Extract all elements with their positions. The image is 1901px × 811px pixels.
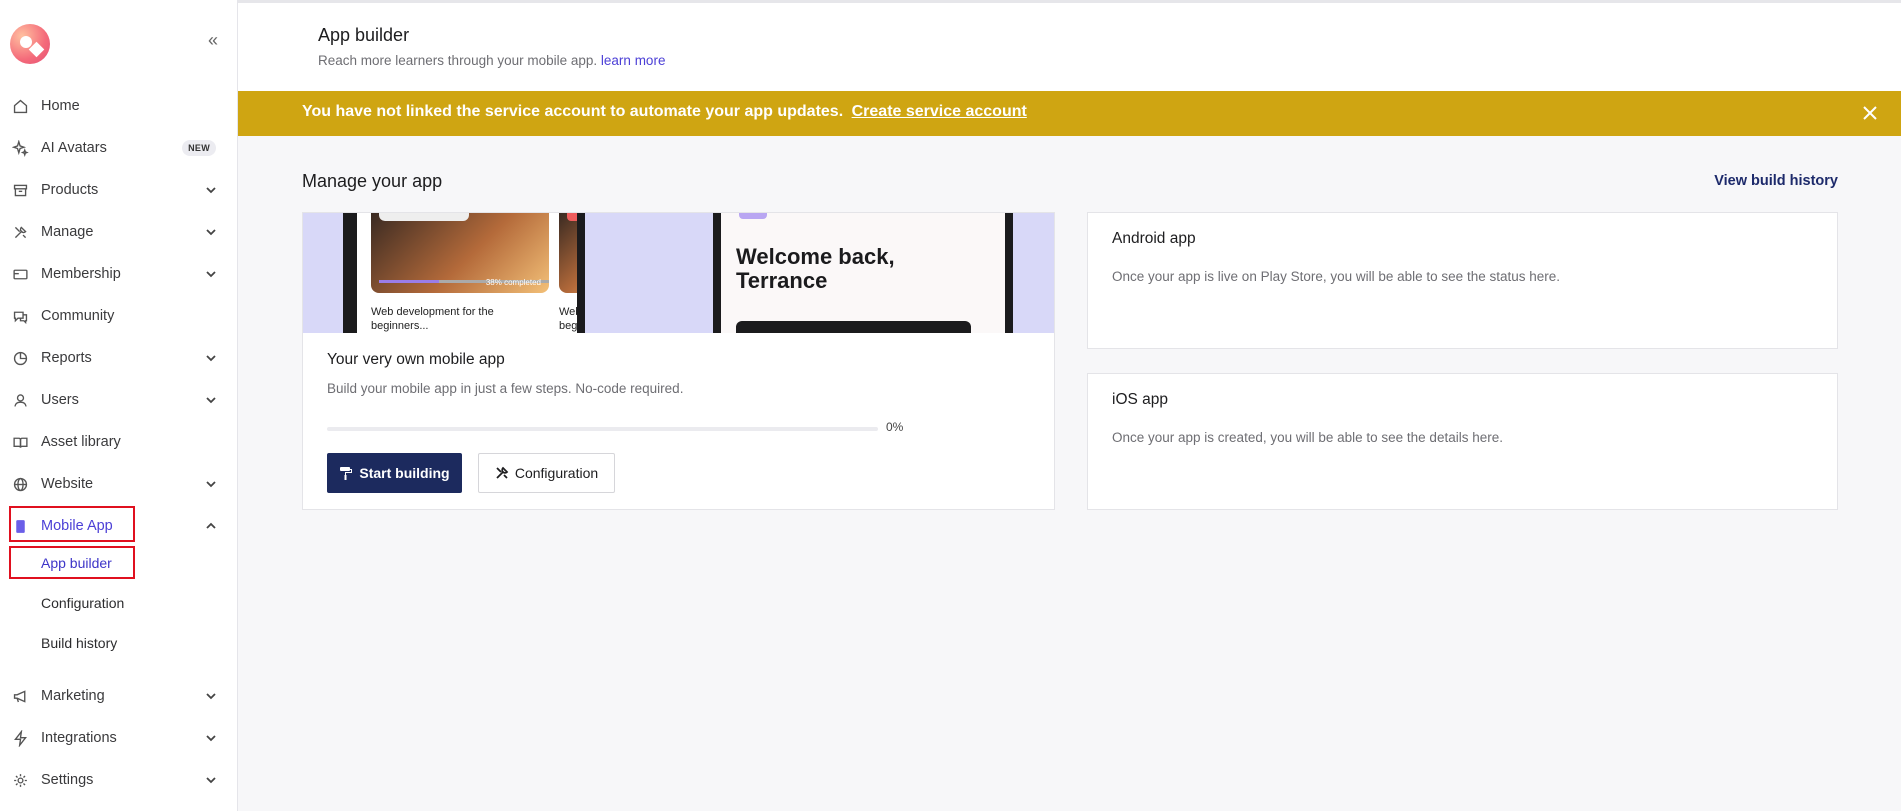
- sidebar-subitem-build-history[interactable]: Build history: [41, 633, 117, 653]
- sparkle-icon: [10, 138, 30, 158]
- sidebar: « Home AI Avatars NEW Products Manage Me…: [0, 0, 238, 811]
- home-icon: [10, 96, 30, 116]
- learn-more-link[interactable]: learn more: [601, 53, 666, 68]
- service-account-banner: You have not linked the service account …: [238, 91, 1901, 136]
- configuration-label: Configuration: [514, 465, 599, 481]
- sidebar-item-website[interactable]: Website: [10, 468, 228, 500]
- chevron-down-icon[interactable]: [204, 689, 218, 703]
- course-progress-label: 38% completed: [485, 278, 541, 287]
- sidebar-item-label: Integrations: [41, 730, 117, 746]
- sidebar-item-home[interactable]: Home: [10, 90, 228, 122]
- page-subtitle-text: Reach more learners through your mobile …: [318, 53, 598, 68]
- sidebar-item-settings[interactable]: Settings: [10, 764, 228, 796]
- sidebar-item-label: Website: [41, 476, 94, 492]
- section-title: Manage your app: [302, 171, 443, 191]
- mobile-app-card: 38% completed Web development for the be…: [302, 212, 1055, 510]
- build-progress-bar: [327, 427, 878, 431]
- tools-icon: [496, 466, 509, 479]
- brand-logo[interactable]: [10, 24, 50, 64]
- sidebar-item-label: Products: [41, 182, 99, 198]
- chevron-down-icon[interactable]: [204, 773, 218, 787]
- sidebar-item-products[interactable]: Products: [10, 174, 228, 206]
- ios-card-description: Once your app is created, you will be ab…: [1112, 430, 1503, 445]
- ios-card-title: iOS app: [1112, 391, 1169, 408]
- sidebar-item-label: Settings: [41, 772, 94, 788]
- course-thumbnail: 38% completed: [371, 213, 549, 293]
- sidebar-item-reports[interactable]: Reports: [10, 342, 228, 374]
- start-building-label: Start building: [359, 465, 450, 481]
- sidebar-item-community[interactable]: Community: [10, 300, 228, 332]
- sidebar-item-label: Asset library: [41, 434, 121, 450]
- sidebar-item-label: Home: [41, 98, 80, 114]
- sidebar-item-label: AI Avatars: [41, 140, 107, 156]
- sidebar-item-label: Membership: [41, 266, 121, 282]
- sidebar-item-asset-library[interactable]: Asset library: [10, 426, 228, 458]
- sidebar-item-mobile-app[interactable]: Mobile App: [10, 510, 228, 542]
- chat-icon: [10, 306, 30, 326]
- user-icon: [10, 390, 30, 410]
- sidebar-item-marketing[interactable]: Marketing: [10, 680, 228, 712]
- create-service-account-link[interactable]: Create service account: [852, 103, 1027, 120]
- chevron-down-icon[interactable]: [204, 477, 218, 491]
- bolt-icon: [10, 728, 30, 748]
- gear-icon: [10, 770, 30, 790]
- card-icon: [10, 264, 30, 284]
- view-build-history-link[interactable]: View build history: [1714, 173, 1838, 189]
- welcome-text: Welcome back, Terrance: [736, 244, 895, 293]
- sidebar-item-label: Manage: [41, 224, 94, 240]
- box-icon: [10, 180, 30, 200]
- android-card-description: Once your app is live on Play Store, you…: [1112, 269, 1560, 284]
- collapse-sidebar-icon[interactable]: «: [203, 30, 223, 50]
- sidebar-item-label: Marketing: [41, 688, 105, 704]
- megaphone-icon: [10, 686, 30, 706]
- chevron-down-icon[interactable]: [204, 267, 218, 281]
- mobile-icon: [10, 516, 30, 536]
- android-card-title: Android app: [1112, 230, 1196, 247]
- configuration-button[interactable]: Configuration: [478, 453, 615, 493]
- chevron-down-icon[interactable]: [204, 731, 218, 745]
- book-icon: [10, 432, 30, 452]
- card-description: Build your mobile app in just a few step…: [327, 381, 684, 396]
- chevron-down-icon[interactable]: [204, 393, 218, 407]
- ios-app-card: iOS app Once your app is created, you wi…: [1087, 373, 1838, 510]
- chevron-down-icon[interactable]: [204, 351, 218, 365]
- globe-icon: [10, 474, 30, 494]
- page-subtitle: Reach more learners through your mobile …: [318, 53, 665, 68]
- chevron-down-icon[interactable]: [204, 225, 218, 239]
- android-app-card: Android app Once your app is live on Pla…: [1087, 212, 1838, 349]
- sidebar-subitem-configuration[interactable]: Configuration: [41, 593, 124, 613]
- new-badge: NEW: [182, 140, 216, 156]
- course-title: Web development for the beginners...: [371, 306, 494, 332]
- sidebar-item-integrations[interactable]: Integrations: [10, 722, 228, 754]
- sidebar-item-membership[interactable]: Membership: [10, 258, 228, 290]
- close-icon[interactable]: [1859, 102, 1881, 124]
- sidebar-item-manage[interactable]: Manage: [10, 216, 228, 248]
- sidebar-item-label: Community: [41, 308, 115, 324]
- chevron-up-icon[interactable]: [204, 519, 218, 533]
- banner-text: You have not linked the service account …: [302, 103, 844, 120]
- sidebar-item-label: Mobile App: [41, 518, 113, 534]
- pie-chart-icon: [10, 348, 30, 368]
- page-title: App builder: [318, 25, 410, 45]
- sidebar-item-users[interactable]: Users: [10, 384, 228, 416]
- chevron-down-icon[interactable]: [204, 183, 218, 197]
- paint-roller-icon: [340, 467, 353, 480]
- course-title: Web develop beginners...: [559, 306, 577, 332]
- start-building-button[interactable]: Start building: [327, 453, 462, 493]
- sidebar-item-ai-avatars[interactable]: AI Avatars NEW: [10, 132, 228, 164]
- tools-icon: [10, 222, 30, 242]
- page-header: App builder Reach more learners through …: [238, 3, 1901, 91]
- app-preview-image: 38% completed Web development for the be…: [303, 213, 1054, 333]
- sidebar-subitem-app-builder[interactable]: App builder: [41, 553, 112, 573]
- banner-message: You have not linked the service account …: [302, 103, 1027, 121]
- sidebar-item-label: Users: [41, 392, 79, 408]
- card-title: Your very own mobile app: [327, 351, 505, 368]
- build-progress-label: 0%: [886, 420, 904, 434]
- course-thumbnail: [559, 213, 577, 293]
- sidebar-item-label: Reports: [41, 350, 92, 366]
